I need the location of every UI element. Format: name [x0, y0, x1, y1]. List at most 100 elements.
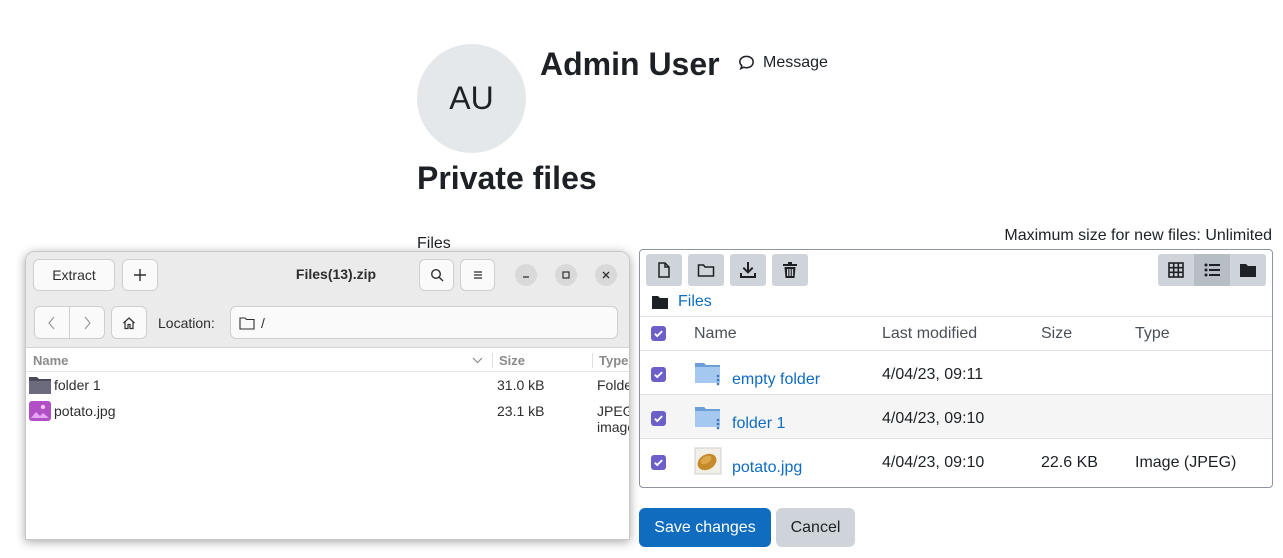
location-value: / — [261, 314, 265, 331]
avatar: AU — [417, 44, 526, 153]
location-field[interactable]: / — [230, 306, 618, 339]
folder-icon — [695, 407, 720, 430]
image-file-icon — [29, 401, 51, 421]
menu-button[interactable] — [460, 259, 495, 291]
download-button[interactable] — [730, 254, 766, 286]
archive-item-name: folder 1 — [54, 377, 101, 393]
archive-item-type: Folder — [597, 377, 629, 393]
archive-item-type: JPEG image — [597, 403, 630, 435]
select-all-checkbox[interactable] — [651, 326, 666, 341]
file-modified: 4/04/23, 09:11 — [882, 366, 984, 383]
column-size[interactable]: Size — [1041, 325, 1072, 343]
column-type[interactable]: Type — [1135, 325, 1170, 343]
table-header: Name Last modified Size Type — [640, 316, 1272, 350]
cancel-button[interactable]: Cancel — [776, 508, 855, 547]
file-name-link[interactable]: empty folder — [732, 371, 820, 389]
file-size: 22.6 KB — [1041, 454, 1098, 471]
close-button[interactable] — [595, 264, 617, 286]
archive-column-header: Name Size Type — [26, 349, 629, 372]
chevron-down-icon — [472, 357, 483, 364]
back-button[interactable] — [35, 307, 70, 338]
row-checkbox[interactable] — [651, 455, 666, 470]
maximize-button[interactable] — [555, 264, 577, 286]
check-icon — [654, 415, 663, 423]
chevron-left-icon — [48, 316, 55, 329]
breadcrumb: Files — [652, 293, 712, 311]
location-label: Location: — [158, 315, 215, 331]
minimize-button[interactable] — [515, 264, 537, 286]
message-label: Message — [763, 53, 828, 71]
max-size-text: Maximum size for new files: Unlimited — [1004, 227, 1272, 244]
add-file-button[interactable] — [646, 254, 682, 286]
page-title: Private files — [417, 160, 597, 196]
home-icon — [123, 316, 135, 329]
plus-icon — [134, 269, 146, 281]
message-button[interactable]: Message — [737, 53, 828, 72]
folder-icon — [29, 377, 51, 394]
folder-icon — [695, 363, 720, 386]
list-item[interactable]: folder 1 31.0 kB Folder — [26, 372, 629, 398]
add-files-button[interactable] — [122, 259, 158, 291]
archive-manager-window: Extract Files(13).zip Location: / Name S… — [25, 251, 630, 540]
file-name-link[interactable]: potato.jpg — [732, 459, 802, 477]
folder-icon — [1240, 264, 1256, 277]
hamburger-menu-icon — [473, 271, 482, 279]
folder-icon — [652, 296, 668, 309]
row-checkbox[interactable] — [651, 367, 666, 382]
archive-item-name: potato.jpg — [54, 403, 116, 419]
icon-view-button[interactable] — [1158, 254, 1194, 286]
file-table: Name Last modified Size Type empty folde… — [640, 316, 1272, 482]
search-icon — [430, 268, 443, 282]
column-size[interactable]: Size — [499, 353, 525, 368]
table-row[interactable]: folder 1 4/04/23, 09:10 — [640, 394, 1272, 438]
chat-bubble-icon — [739, 55, 754, 71]
navigation-buttons — [34, 306, 105, 339]
check-icon — [654, 371, 663, 379]
list-view-button[interactable] — [1194, 254, 1230, 286]
forward-button[interactable] — [70, 307, 104, 338]
file-name-link[interactable]: folder 1 — [732, 415, 785, 433]
search-button[interactable] — [419, 259, 454, 291]
home-button[interactable] — [111, 306, 147, 339]
check-icon — [654, 459, 663, 467]
list-icon — [1204, 263, 1220, 277]
maximize-icon — [562, 271, 570, 279]
row-checkbox[interactable] — [651, 411, 666, 426]
column-name[interactable]: Name — [694, 325, 737, 343]
grid-icon — [1168, 262, 1184, 278]
archive-item-size: 31.0 kB — [497, 377, 545, 393]
table-row[interactable]: empty folder 4/04/23, 09:11 — [640, 350, 1272, 394]
file-manager: Files Name Last modified Size Type empty… — [639, 249, 1273, 488]
column-name[interactable]: Name — [33, 353, 68, 368]
folder-outline-icon — [239, 316, 255, 330]
close-icon — [602, 271, 610, 279]
file-modified: 4/04/23, 09:10 — [882, 410, 985, 427]
column-type[interactable]: Type — [599, 353, 628, 368]
check-icon — [654, 330, 663, 338]
column-separator[interactable] — [492, 353, 493, 368]
file-type: Image (JPEG) — [1135, 454, 1237, 471]
view-switcher — [1158, 254, 1266, 286]
archive-header-bar: Extract Files(13).zip Location: / — [26, 252, 629, 348]
user-name: Admin User — [540, 46, 720, 82]
table-row[interactable]: potato.jpg 4/04/23, 09:10 22.6 KB Image … — [640, 438, 1272, 482]
tree-view-button[interactable] — [1230, 254, 1266, 286]
minimize-icon — [523, 276, 529, 278]
image-thumbnail-icon — [694, 447, 722, 475]
list-item[interactable]: potato.jpg 23.1 kB JPEG image — [26, 398, 629, 435]
column-separator[interactable] — [592, 353, 593, 368]
window-title: Files(13).zip — [295, 266, 377, 282]
file-icon — [658, 262, 670, 278]
file-manager-toolbar — [646, 254, 808, 286]
chevron-right-icon — [84, 316, 91, 329]
archive-item-size: 23.1 kB — [497, 403, 545, 419]
extract-button[interactable]: Extract — [33, 259, 115, 291]
folder-icon — [697, 264, 715, 277]
save-changes-button[interactable]: Save changes — [639, 508, 771, 547]
create-folder-button[interactable] — [688, 254, 724, 286]
breadcrumb-files[interactable]: Files — [678, 293, 712, 311]
file-modified: 4/04/23, 09:10 — [882, 454, 985, 471]
column-last-modified[interactable]: Last modified — [882, 325, 977, 343]
download-icon — [740, 262, 756, 278]
delete-button[interactable] — [772, 254, 808, 286]
